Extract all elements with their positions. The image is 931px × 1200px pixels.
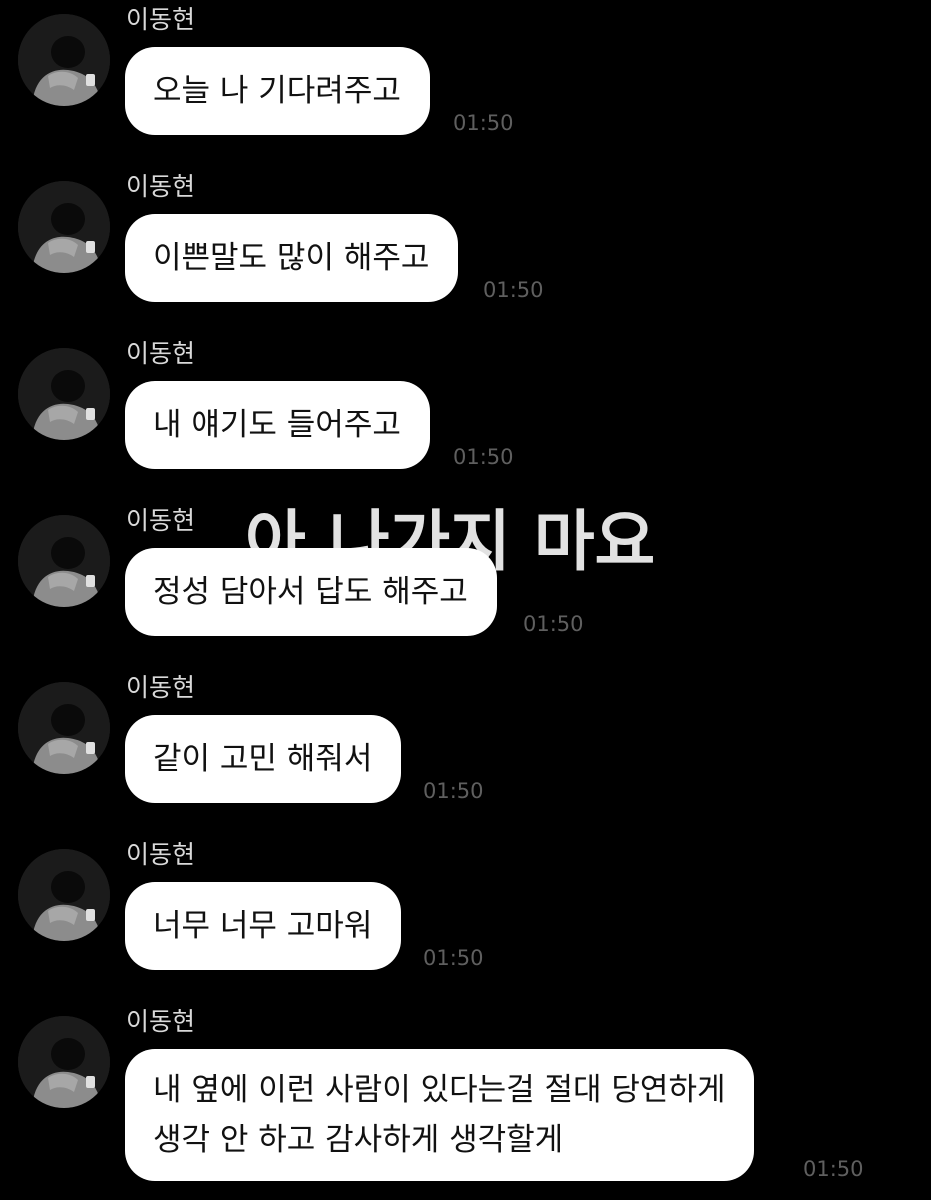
sender-name: 이동현 bbox=[126, 339, 196, 368]
message-row: 이동현 오늘 나 기다려주고 01:50 bbox=[0, 0, 931, 167]
message-bubble[interactable]: 정성 담아서 답도 해주고 bbox=[125, 548, 497, 636]
message-row: 이동현 너무 너무 고마워 01:50 bbox=[0, 835, 931, 1002]
profile-photo-icon bbox=[18, 14, 110, 106]
message-text: 정성 담아서 답도 해주고 bbox=[153, 574, 468, 610]
profile-photo-icon bbox=[18, 682, 110, 774]
message-bubble[interactable]: 내 얘기도 들어주고 bbox=[125, 381, 430, 469]
message-bubble[interactable]: 너무 너무 고마워 bbox=[125, 882, 402, 970]
message-timestamp: 01:50 bbox=[803, 1157, 864, 1181]
message-text: 같이 고민 해줘서 bbox=[153, 741, 373, 777]
message-text-line: 내 옆에 이런 사람이 있다는걸 절대 당연하게 bbox=[153, 1072, 726, 1108]
profile-photo-icon bbox=[18, 181, 110, 273]
message-row: 이동현 내 옆에 이런 사람이 있다는걸 절대 당연하게 생각 안 하고 감사하… bbox=[0, 1002, 931, 1200]
message-timestamp: 01:50 bbox=[423, 779, 484, 803]
message-text: 너무 너무 고마워 bbox=[153, 908, 373, 944]
profile-photo-icon bbox=[18, 348, 110, 440]
message-row: 이동현 이쁜말도 많이 해주고 01:50 bbox=[0, 167, 931, 334]
sender-name: 이동현 bbox=[126, 673, 196, 702]
sender-name: 이동현 bbox=[126, 840, 196, 869]
message-text: 오늘 나 기다려주고 bbox=[153, 73, 401, 109]
message-timestamp: 01:50 bbox=[453, 111, 514, 135]
sender-name: 이동현 bbox=[126, 1007, 196, 1036]
message-bubble[interactable]: 이쁜말도 많이 해주고 bbox=[125, 214, 459, 302]
message-timestamp: 01:50 bbox=[423, 946, 484, 970]
sender-name: 이동현 bbox=[126, 506, 196, 535]
avatar[interactable] bbox=[18, 14, 110, 106]
message-timestamp: 01:50 bbox=[483, 278, 544, 302]
message-bubble[interactable]: 내 옆에 이런 사람이 있다는걸 절대 당연하게 생각 안 하고 감사하게 생각… bbox=[125, 1049, 755, 1181]
message-bubble[interactable]: 오늘 나 기다려주고 bbox=[125, 47, 430, 135]
avatar[interactable] bbox=[18, 1016, 110, 1108]
sender-name: 이동현 bbox=[126, 172, 196, 201]
profile-photo-icon bbox=[18, 1016, 110, 1108]
profile-photo-icon bbox=[18, 849, 110, 941]
message-row: 이동현 내 얘기도 들어주고 01:50 bbox=[0, 334, 931, 501]
message-text: 이쁜말도 많이 해주고 bbox=[153, 240, 430, 276]
avatar[interactable] bbox=[18, 181, 110, 273]
message-bubble[interactable]: 같이 고민 해줘서 bbox=[125, 715, 402, 803]
message-row: 이동현 정성 담아서 답도 해주고 01:50 bbox=[0, 501, 931, 668]
message-timestamp: 01:50 bbox=[453, 445, 514, 469]
avatar[interactable] bbox=[18, 682, 110, 774]
sender-name: 이동현 bbox=[126, 5, 196, 34]
profile-photo-icon bbox=[18, 515, 110, 607]
avatar[interactable] bbox=[18, 849, 110, 941]
message-row: 이동현 같이 고민 해줘서 01:50 bbox=[0, 668, 931, 835]
message-text-line: 생각 안 하고 감사하게 생각할게 bbox=[153, 1122, 564, 1158]
avatar[interactable] bbox=[18, 515, 110, 607]
avatar[interactable] bbox=[18, 348, 110, 440]
message-text: 내 얘기도 들어주고 bbox=[153, 407, 401, 443]
message-timestamp: 01:50 bbox=[523, 612, 584, 636]
